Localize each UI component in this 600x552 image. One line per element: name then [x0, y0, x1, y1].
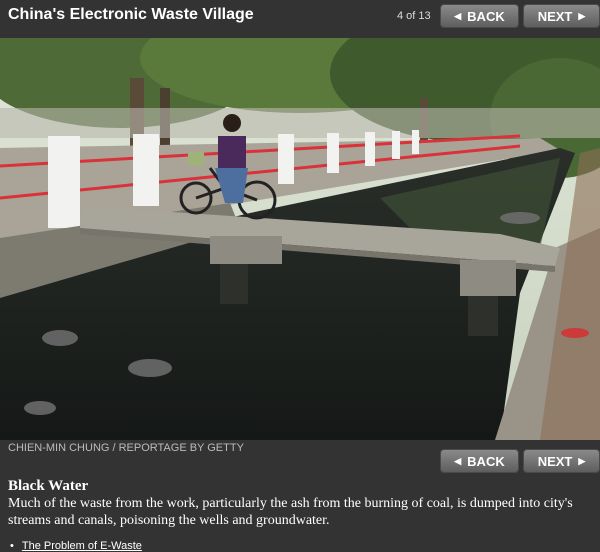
slide-counter: 4 of 13	[397, 10, 431, 22]
back-button-bottom-label: BACK	[467, 453, 505, 469]
next-button-label: NEXT	[537, 8, 573, 24]
triangle-left-icon: ◀	[454, 10, 462, 21]
photo-credit: CHIEN-MIN CHUNG / REPORTAGE BY GETTY	[8, 442, 244, 454]
back-button-label: BACK	[467, 8, 505, 24]
caption-body: Much of the waste from the work, particu…	[8, 496, 573, 528]
next-button[interactable]: NEXT ▶	[523, 4, 600, 28]
related-links: The Problem of E-Waste	[10, 540, 142, 552]
caption-heading: Black Water	[8, 478, 89, 494]
next-button-bottom[interactable]: NEXT ▶	[523, 449, 600, 473]
next-button-bottom-label: NEXT	[537, 453, 573, 469]
header-bar: China's Electronic Waste Village 4 of 13…	[0, 0, 600, 34]
triangle-right-icon: ▶	[578, 10, 586, 21]
related-link-item[interactable]: The Problem of E-Waste	[10, 540, 142, 552]
triangle-right-icon: ▶	[578, 455, 586, 466]
back-button[interactable]: ◀ BACK	[440, 4, 519, 28]
related-link-label[interactable]: The Problem of E-Waste	[22, 540, 142, 552]
back-button-bottom[interactable]: ◀ BACK	[440, 449, 519, 473]
gallery-photo	[0, 38, 600, 440]
triangle-left-icon: ◀	[454, 455, 462, 466]
gallery-title: China's Electronic Waste Village	[8, 6, 254, 23]
